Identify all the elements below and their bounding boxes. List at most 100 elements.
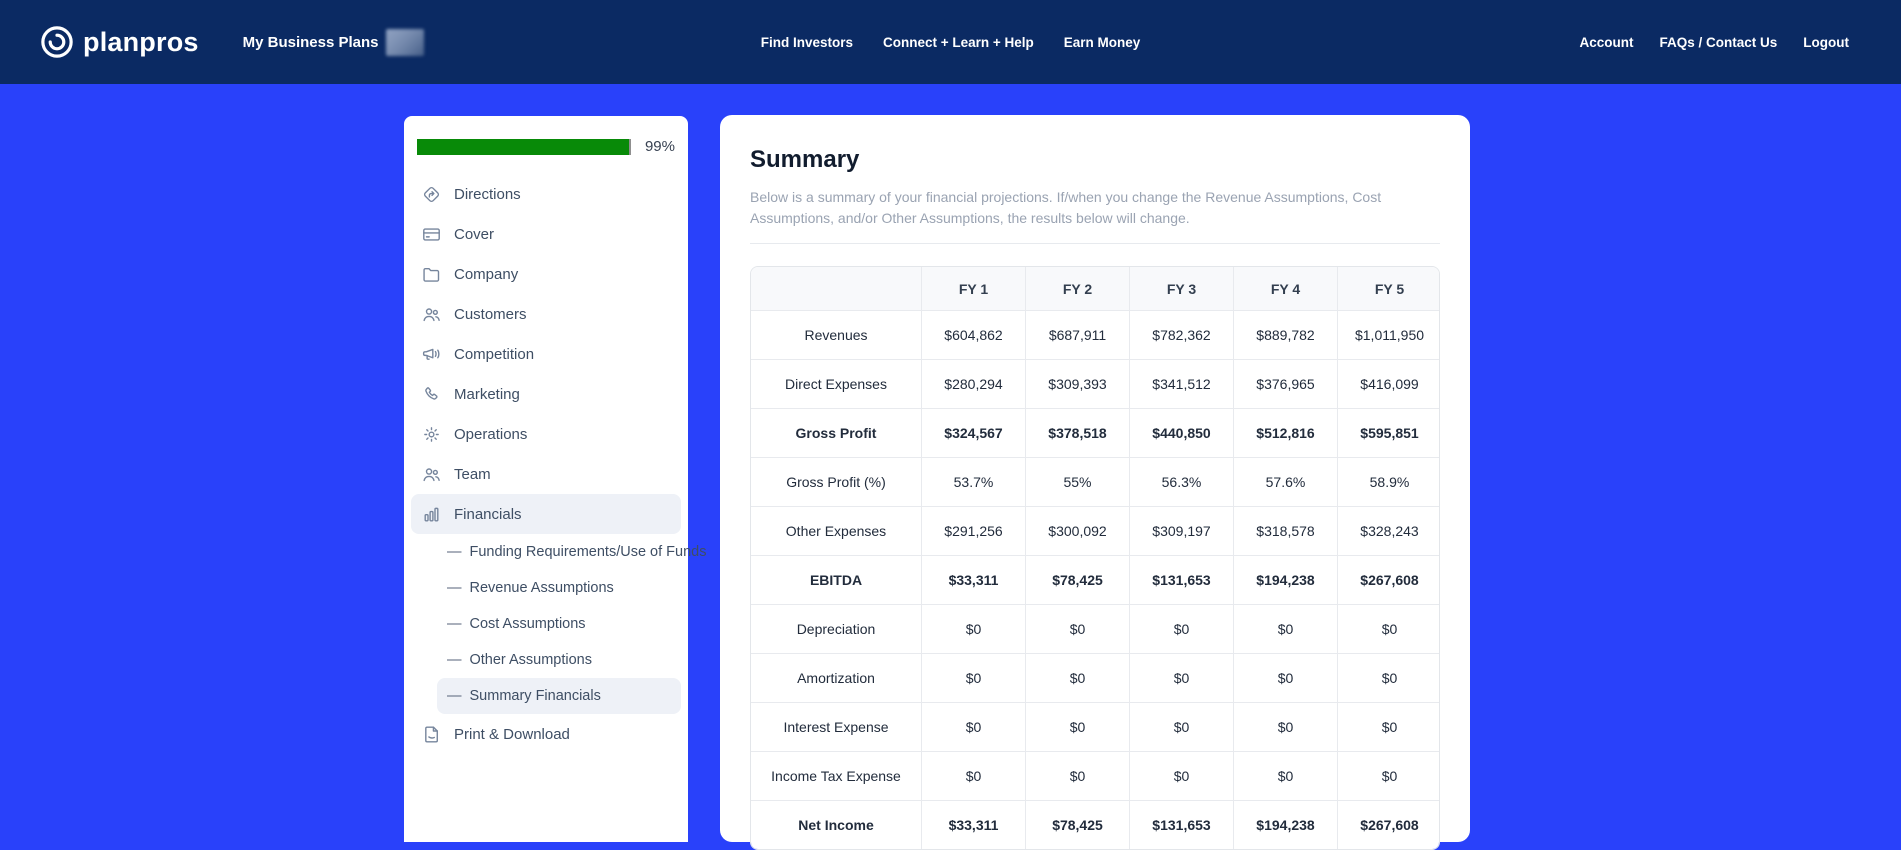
connect-learn-help-link[interactable]: Connect + Learn + Help xyxy=(883,35,1034,50)
planpros-logo-icon xyxy=(40,25,74,59)
cell-fy3: $0 xyxy=(1129,751,1233,800)
fy4-column-header: FY 4 xyxy=(1233,267,1337,310)
cell-fy4: $194,238 xyxy=(1233,555,1337,604)
cell-fy3: $782,362 xyxy=(1129,310,1233,359)
cell-fy5: $0 xyxy=(1337,751,1440,800)
users-icon xyxy=(421,464,442,485)
sidebar-item-label: Customers xyxy=(454,306,527,323)
sidebar-item-label: Company xyxy=(454,266,518,283)
progress-fill xyxy=(417,139,629,155)
sidebar-item-directions[interactable]: Directions xyxy=(411,174,681,214)
directions-icon xyxy=(421,184,442,205)
earn-money-link[interactable]: Earn Money xyxy=(1064,35,1141,50)
cell-fy1: $291,256 xyxy=(921,506,1025,555)
subitem-dash: — xyxy=(447,652,462,668)
table-row-depreciation: Depreciation $0 $0 $0 $0 $0 xyxy=(751,604,1440,653)
cell-fy2: $378,518 xyxy=(1025,408,1129,457)
planpros-logo[interactable]: planpros xyxy=(40,25,199,59)
cell-fy4: $0 xyxy=(1233,604,1337,653)
table-header-row: FY 1 FY 2 FY 3 FY 4 FY 5 xyxy=(751,267,1440,310)
summary-panel: Summary Below is a summary of your finan… xyxy=(720,115,1470,842)
account-link[interactable]: Account xyxy=(1579,35,1633,50)
table-row-other-expenses: Other Expenses $291,256 $300,092 $309,19… xyxy=(751,506,1440,555)
cell-fy1: $0 xyxy=(921,702,1025,751)
cell-fy4: $376,965 xyxy=(1233,359,1337,408)
sidebar-item-competition[interactable]: Competition xyxy=(411,334,681,374)
cell-fy2: $0 xyxy=(1025,751,1129,800)
sidebar-item-label: Directions xyxy=(454,186,521,203)
header-center-nav: Find Investors Connect + Learn + Help Ea… xyxy=(761,35,1141,50)
row-label: Gross Profit xyxy=(751,408,921,457)
row-label: Interest Expense xyxy=(751,702,921,751)
cell-fy2: $309,393 xyxy=(1025,359,1129,408)
row-label: Gross Profit (%) xyxy=(751,457,921,506)
cell-fy3: 56.3% xyxy=(1129,457,1233,506)
fy5-column-header: FY 5 xyxy=(1337,267,1440,310)
cell-fy5: $0 xyxy=(1337,653,1440,702)
cell-fy3: $0 xyxy=(1129,604,1233,653)
sidebar-subitem-revenue-assumptions[interactable]: — Revenue Assumptions xyxy=(437,570,681,606)
cell-fy4: $318,578 xyxy=(1233,506,1337,555)
cell-fy1: $280,294 xyxy=(921,359,1025,408)
subitem-dash: — xyxy=(447,616,462,632)
cell-fy2: $0 xyxy=(1025,653,1129,702)
sidebar-subitem-label: Funding Requirements/Use of Funds xyxy=(470,544,707,560)
sidebar-item-cover[interactable]: Cover xyxy=(411,214,681,254)
table-row-amortization: Amortization $0 $0 $0 $0 $0 xyxy=(751,653,1440,702)
sidebar-subitem-summary-financials[interactable]: — Summary Financials xyxy=(437,678,681,714)
sidebar-item-label: Financials xyxy=(454,506,522,523)
sidebar-item-marketing[interactable]: Marketing xyxy=(411,374,681,414)
find-investors-link[interactable]: Find Investors xyxy=(761,35,853,50)
subitem-dash: — xyxy=(447,544,462,560)
sidebar-subitem-label: Other Assumptions xyxy=(470,652,593,668)
sidebar-subitem-funding-requirements[interactable]: — Funding Requirements/Use of Funds xyxy=(437,534,681,570)
sidebar-item-print-download[interactable]: Print & Download xyxy=(411,714,681,754)
my-business-plans-link[interactable]: My Business Plans xyxy=(243,34,379,51)
plan-progress: 99% xyxy=(417,138,675,155)
logout-link[interactable]: Logout xyxy=(1803,35,1849,50)
subitem-dash: — xyxy=(447,688,462,704)
progress-bar-track xyxy=(417,139,631,155)
cell-fy4: $0 xyxy=(1233,751,1337,800)
cell-fy4: 57.6% xyxy=(1233,457,1337,506)
cell-fy1: 53.7% xyxy=(921,457,1025,506)
cell-fy4: $889,782 xyxy=(1233,310,1337,359)
megaphone-icon xyxy=(421,344,442,365)
sidebar-subitem-label: Summary Financials xyxy=(470,688,601,704)
table-row-direct-expenses: Direct Expenses $280,294 $309,393 $341,5… xyxy=(751,359,1440,408)
sidebar-item-team[interactable]: Team xyxy=(411,454,681,494)
sidebar-subitem-cost-assumptions[interactable]: — Cost Assumptions xyxy=(437,606,681,642)
top-navbar: planpros My Business Plans Find Investor… xyxy=(0,0,1901,84)
row-label: EBITDA xyxy=(751,555,921,604)
row-label: Other Expenses xyxy=(751,506,921,555)
faqs-contact-link[interactable]: FAQs / Contact Us xyxy=(1659,35,1777,50)
cell-fy1: $33,311 xyxy=(921,555,1025,604)
sidebar-item-financials[interactable]: Financials xyxy=(411,494,681,534)
sidebar-item-company[interactable]: Company xyxy=(411,254,681,294)
cell-fy2: $0 xyxy=(1025,702,1129,751)
cell-fy5: $0 xyxy=(1337,702,1440,751)
cell-fy3: $309,197 xyxy=(1129,506,1233,555)
cell-fy3: $0 xyxy=(1129,653,1233,702)
page-title: Summary xyxy=(750,146,1440,174)
financial-summary-table: FY 1 FY 2 FY 3 FY 4 FY 5 Revenues $604,8… xyxy=(750,266,1440,850)
table-row-gross-profit: Gross Profit $324,567 $378,518 $440,850 … xyxy=(751,408,1440,457)
cell-fy5: $416,099 xyxy=(1337,359,1440,408)
cell-fy4: $0 xyxy=(1233,653,1337,702)
cell-fy5: $328,243 xyxy=(1337,506,1440,555)
sidebar-item-operations[interactable]: Operations xyxy=(411,414,681,454)
cell-fy5: $595,851 xyxy=(1337,408,1440,457)
cell-fy5: $0 xyxy=(1337,604,1440,653)
folder-icon xyxy=(421,264,442,285)
sidebar-subitem-label: Revenue Assumptions xyxy=(470,580,614,596)
phone-icon xyxy=(421,384,442,405)
progress-percent-label: 99% xyxy=(645,138,675,155)
sidebar-item-customers[interactable]: Customers xyxy=(411,294,681,334)
cell-fy4: $512,816 xyxy=(1233,408,1337,457)
pdf-icon xyxy=(421,724,442,745)
sidebar-subitem-other-assumptions[interactable]: — Other Assumptions xyxy=(437,642,681,678)
row-label: Income Tax Expense xyxy=(751,751,921,800)
sidebar-item-label: Marketing xyxy=(454,386,520,403)
row-label: Depreciation xyxy=(751,604,921,653)
table-row-interest-expense: Interest Expense $0 $0 $0 $0 $0 xyxy=(751,702,1440,751)
